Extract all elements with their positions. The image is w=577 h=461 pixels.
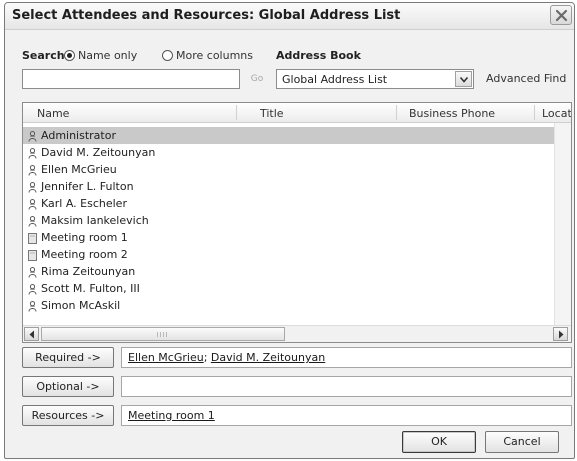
required-attendee[interactable]: Ellen McGrieu	[128, 351, 204, 364]
name-separator: ;	[203, 351, 211, 364]
radio-selected-icon	[64, 50, 75, 61]
cancel-button[interactable]: Cancel	[485, 431, 559, 453]
list-item[interactable]: David M. Zeitounyan	[23, 144, 571, 161]
optional-field[interactable]	[121, 376, 572, 397]
column-business-phone[interactable]: Business Phone	[409, 107, 495, 120]
more-columns-radio[interactable]: More columns	[162, 49, 253, 62]
name-only-radio[interactable]: Name only	[64, 49, 137, 62]
address-book-dropdown-button[interactable]	[455, 71, 472, 87]
scroll-right-button[interactable]	[553, 327, 568, 341]
list-item-name: Karl A. Escheler	[41, 197, 127, 210]
select-attendees-dialog: Select Attendees and Resources: Global A…	[4, 2, 575, 459]
search-label: Search:	[22, 49, 69, 62]
list-item-name: Rima Zeitounyan	[41, 265, 136, 278]
vertical-scrollbar[interactable]	[554, 123, 571, 325]
person-icon	[28, 130, 37, 142]
dialog-title: Select Attendees and Resources: Global A…	[12, 8, 401, 23]
room-icon	[28, 249, 37, 261]
resource-item[interactable]: Meeting room 1	[128, 409, 215, 422]
list-header: Name Title Business Phone Locatio	[23, 103, 571, 123]
person-icon	[28, 266, 37, 278]
list-item[interactable]: Rima Zeitounyan	[23, 263, 571, 280]
column-divider[interactable]	[534, 105, 535, 120]
column-location[interactable]: Locatio	[542, 107, 571, 120]
arrow-left-icon	[29, 330, 34, 339]
room-icon	[28, 232, 37, 244]
more-columns-label: More columns	[176, 49, 253, 62]
person-icon	[28, 181, 37, 193]
chevron-down-icon	[460, 77, 468, 83]
column-title[interactable]: Title	[260, 107, 284, 120]
required-button[interactable]: Required ->	[22, 347, 114, 368]
person-icon	[28, 147, 37, 159]
close-icon	[555, 9, 568, 22]
required-field[interactable]: Ellen McGrieu; David M. Zeitounyan	[121, 347, 572, 368]
list-item[interactable]: Jennifer L. Fulton	[23, 178, 571, 195]
column-divider[interactable]	[396, 105, 397, 120]
person-icon	[28, 300, 37, 312]
radio-unselected-icon	[162, 50, 173, 61]
required-attendee[interactable]: David M. Zeitounyan	[211, 351, 325, 364]
list-item[interactable]: Meeting room 1	[23, 229, 571, 246]
horizontal-scrollbar[interactable]	[23, 325, 571, 342]
list-item[interactable]: Meeting room 2	[23, 246, 571, 263]
list-item[interactable]: Scott M. Fulton, III	[23, 280, 571, 297]
resources-button[interactable]: Resources ->	[22, 405, 114, 426]
go-button[interactable]: Go	[245, 70, 269, 88]
address-list[interactable]: Name Title Business Phone Locatio Admini…	[22, 102, 572, 343]
list-item[interactable]: Maksim Iankelevich	[23, 212, 571, 229]
arrow-right-icon	[559, 330, 564, 339]
scroll-left-button[interactable]	[24, 327, 39, 341]
list-item-name: Scott M. Fulton, III	[41, 282, 140, 295]
list-item-name: David M. Zeitounyan	[41, 146, 156, 159]
list-item[interactable]: Administrator	[23, 127, 571, 144]
optional-button[interactable]: Optional ->	[22, 376, 114, 397]
person-icon	[28, 283, 37, 295]
list-item[interactable]: Simon McAskil	[23, 297, 571, 314]
list-item-name: Jennifer L. Fulton	[41, 180, 134, 193]
list-item-name: Administrator	[41, 129, 116, 142]
list-item-name: Meeting room 1	[41, 231, 128, 244]
resources-field[interactable]: Meeting room 1	[121, 405, 572, 426]
scroll-thumb[interactable]	[41, 327, 285, 341]
person-icon	[28, 198, 37, 210]
title-bar[interactable]: Select Attendees and Resources: Global A…	[5, 3, 574, 30]
search-input[interactable]	[22, 69, 240, 89]
person-icon	[28, 215, 37, 227]
ok-button[interactable]: OK	[402, 431, 476, 453]
list-item-name: Meeting room 2	[41, 248, 128, 261]
column-divider[interactable]	[236, 105, 237, 120]
list-item[interactable]: Karl A. Escheler	[23, 195, 571, 212]
address-book-select[interactable]: Global Address List	[276, 69, 474, 89]
grip-icon	[157, 332, 167, 337]
column-name[interactable]: Name	[37, 107, 69, 120]
person-icon	[28, 164, 37, 176]
list-item[interactable]: Ellen McGrieu	[23, 161, 571, 178]
address-book-selected: Global Address List	[282, 73, 388, 86]
name-only-label: Name only	[78, 49, 138, 62]
list-item-name: Maksim Iankelevich	[41, 214, 149, 227]
close-button[interactable]	[550, 5, 572, 25]
list-rows: Administrator David M. Zeitounyan Ellen Mc…	[23, 127, 571, 314]
address-book-label: Address Book	[276, 49, 361, 62]
list-item-name: Ellen McGrieu	[41, 163, 117, 176]
advanced-find-link[interactable]: Advanced Find	[486, 72, 566, 85]
list-item-name: Simon McAskil	[41, 299, 121, 312]
